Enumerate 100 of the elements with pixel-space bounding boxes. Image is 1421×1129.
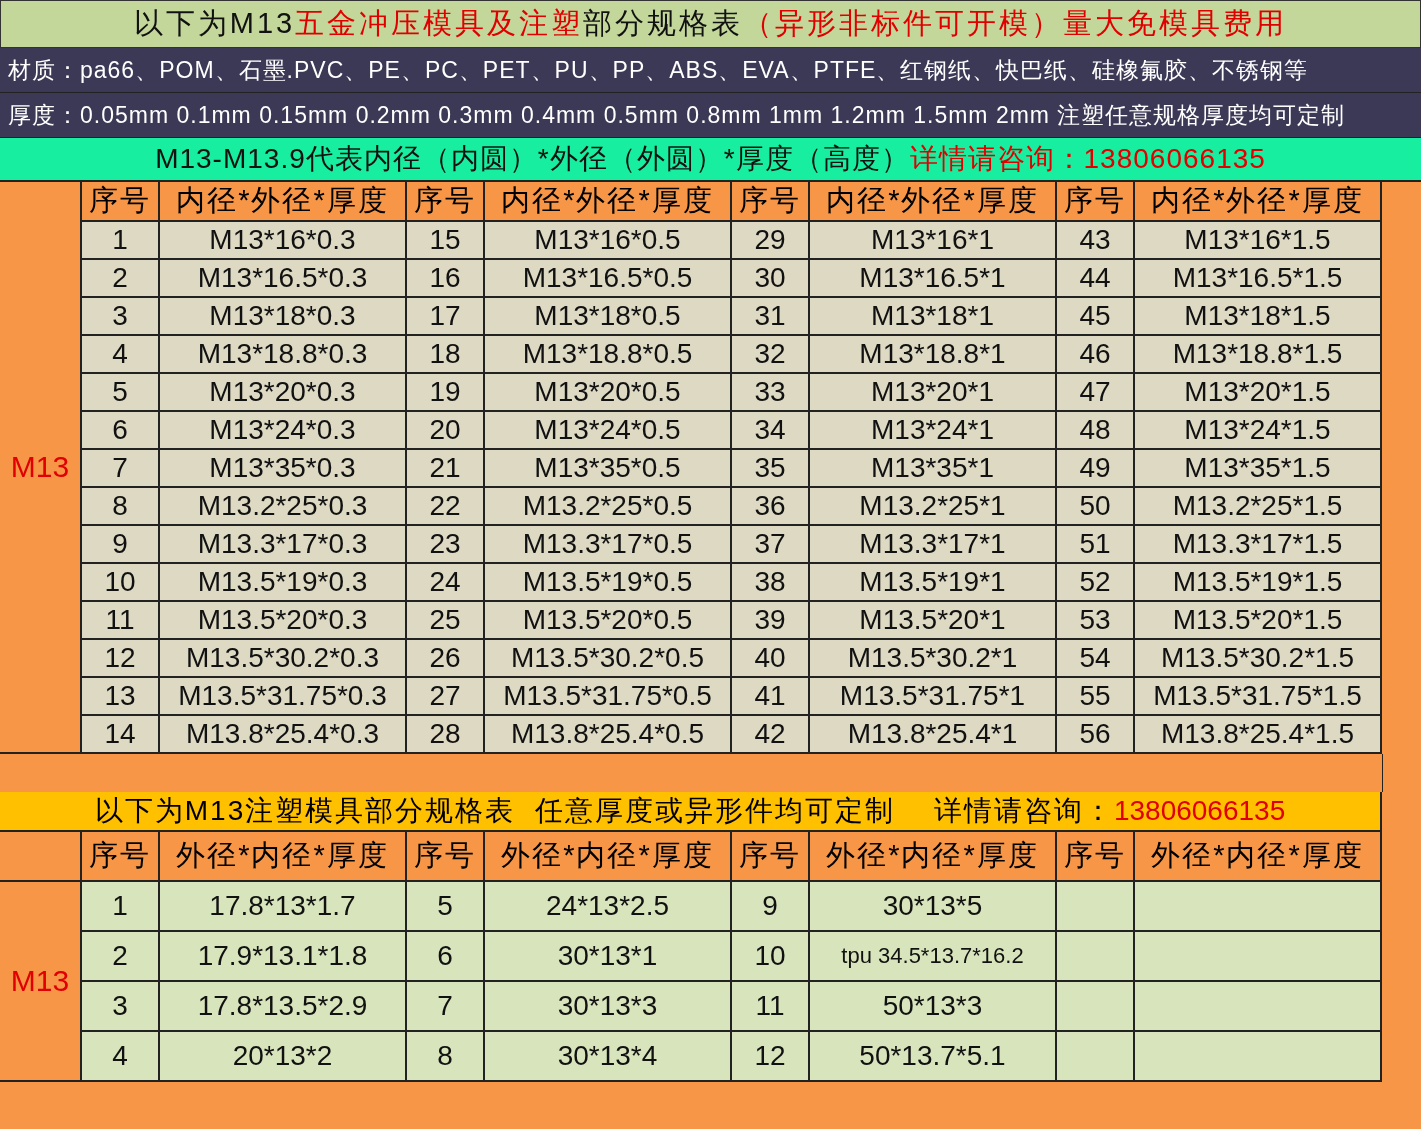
table-cell: 8: [82, 488, 158, 524]
table-cell: M13*20*0.3: [160, 374, 405, 410]
table-cell: M13.5*19*1: [810, 564, 1055, 600]
table-cell: 44: [1057, 260, 1133, 296]
table-cell: M13.3*17*0.5: [485, 526, 730, 562]
table-cell: 17.8*13.5*2.9: [160, 982, 405, 1030]
table-cell: 30*13*5: [810, 882, 1055, 930]
table-cell: 48: [1057, 412, 1133, 448]
table-cell: 24: [407, 564, 483, 600]
table-cell: 56: [1057, 716, 1133, 752]
table-cell: 1: [82, 882, 158, 930]
table-cell: M13.5*19*0.3: [160, 564, 405, 600]
table-cell: 42: [732, 716, 808, 752]
table-cell: 35: [732, 450, 808, 486]
table-cell: M13*20*1: [810, 374, 1055, 410]
table-cell: 4: [82, 336, 158, 372]
table-cell: 30*13*4: [485, 1032, 730, 1080]
column-header: 外径*内径*厚度: [485, 832, 730, 880]
table-cell: M13*16.5*1.5: [1135, 260, 1380, 296]
table-cell: 52: [1057, 564, 1133, 600]
table-cell: M13.8*25.4*0.3: [160, 716, 405, 752]
table-cell: M13.5*31.75*0.5: [485, 678, 730, 714]
table-cell: 54: [1057, 640, 1133, 676]
table-cell: 53: [1057, 602, 1133, 638]
table-cell: 34: [732, 412, 808, 448]
table-cell: M13*16*0.5: [485, 222, 730, 258]
column-header: 序号: [82, 832, 158, 880]
table-cell: M13*20*1.5: [1135, 374, 1380, 410]
column-header: 序号: [1057, 832, 1133, 880]
table-cell: M13*18.8*1.5: [1135, 336, 1380, 372]
table-cell: 30*13*3: [485, 982, 730, 1030]
table-cell: 10: [82, 564, 158, 600]
table-cell: 37: [732, 526, 808, 562]
table-cell: 17: [407, 298, 483, 334]
table-cell: 2: [82, 932, 158, 980]
table-cell: 29: [732, 222, 808, 258]
table-cell: 6: [407, 932, 483, 980]
table-cell: 5: [407, 882, 483, 930]
table-cell: M13.5*30.2*0.5: [485, 640, 730, 676]
column-header: 序号: [732, 182, 808, 220]
group-label: M13: [0, 182, 80, 752]
column-header: 内径*外径*厚度: [810, 182, 1055, 220]
table-cell: 30*13*1: [485, 932, 730, 980]
table-cell: 19: [407, 374, 483, 410]
table-cell: 31: [732, 298, 808, 334]
section-title: 以下为M13注塑模具部分规格表 任意厚度或异形件均可定制 详情请咨询：13806066135: [0, 792, 1380, 830]
table-cell: 46: [1057, 336, 1133, 372]
table-cell: M13.5*19*0.5: [485, 564, 730, 600]
table-cell: M13*35*0.3: [160, 450, 405, 486]
table-cell: 50*13*3: [810, 982, 1055, 1030]
table-cell: 36: [732, 488, 808, 524]
table-cell: M13*16*1: [810, 222, 1055, 258]
table-cell: 11: [82, 602, 158, 638]
table-cell: 22: [407, 488, 483, 524]
table-cell: 32: [732, 336, 808, 372]
table-cell: M13.3*17*1.5: [1135, 526, 1380, 562]
table-cell: 23: [407, 526, 483, 562]
table-cell: M13.5*20*1: [810, 602, 1055, 638]
table-cell: M13*24*1.5: [1135, 412, 1380, 448]
table-cell: 6: [82, 412, 158, 448]
table-cell: 47: [1057, 374, 1133, 410]
table-cell: 24*13*2.5: [485, 882, 730, 930]
table-cell: 41: [732, 678, 808, 714]
table-cell: 20: [407, 412, 483, 448]
table-cell: M13*35*1.5: [1135, 450, 1380, 486]
column-header: 内径*外径*厚度: [160, 182, 405, 220]
table-cell: M13.2*25*1: [810, 488, 1055, 524]
table-cell: 18: [407, 336, 483, 372]
legend-text: M13-M13.9代表内径（内圆）*外径（外圆）*厚度（高度）详情请咨询：13806066135: [0, 138, 1421, 182]
table-cell: M13*18.8*1: [810, 336, 1055, 372]
table-cell: M13*16.5*1: [810, 260, 1055, 296]
table-cell: 28: [407, 716, 483, 752]
table-cell: M13.5*31.75*1.5: [1135, 678, 1380, 714]
table-cell: 2: [82, 260, 158, 296]
table-cell: 40: [732, 640, 808, 676]
materials-text: 材质：pa66、POM、石墨.PVC、PE、PC、PET、PU、PP、ABS、EVA、PTFE、红钢纸、快巴纸、硅橡氟胶、不锈钢等: [0, 48, 1421, 93]
table-cell: 43: [1057, 222, 1133, 258]
table-cell: 33: [732, 374, 808, 410]
table-cell: M13.8*25.4*1.5: [1135, 716, 1380, 752]
table-cell: tpu 34.5*13.7*16.2: [810, 932, 1055, 980]
table-cell: 26: [407, 640, 483, 676]
table-cell: 8: [407, 1032, 483, 1080]
table-cell: 3: [82, 298, 158, 334]
table-cell: M13*16*1.5: [1135, 222, 1380, 258]
table-cell: 9: [732, 882, 808, 930]
table-cell: 39: [732, 602, 808, 638]
table-cell: M13.5*20*1.5: [1135, 602, 1380, 638]
table-cell: 13: [82, 678, 158, 714]
table-cell: 4: [82, 1032, 158, 1080]
column-header: 外径*内径*厚度: [1135, 832, 1380, 880]
table-cell: 55: [1057, 678, 1133, 714]
table-cell: 5: [82, 374, 158, 410]
table-cell: M13.5*30.2*0.3: [160, 640, 405, 676]
table-cell: M13*24*0.5: [485, 412, 730, 448]
table-cell: M13*24*0.3: [160, 412, 405, 448]
table-cell: M13*18*1.5: [1135, 298, 1380, 334]
table-cell: 20*13*2: [160, 1032, 405, 1080]
table-cell: 16: [407, 260, 483, 296]
table-cell: M13.2*25*0.5: [485, 488, 730, 524]
table-cell: M13.5*31.75*0.3: [160, 678, 405, 714]
